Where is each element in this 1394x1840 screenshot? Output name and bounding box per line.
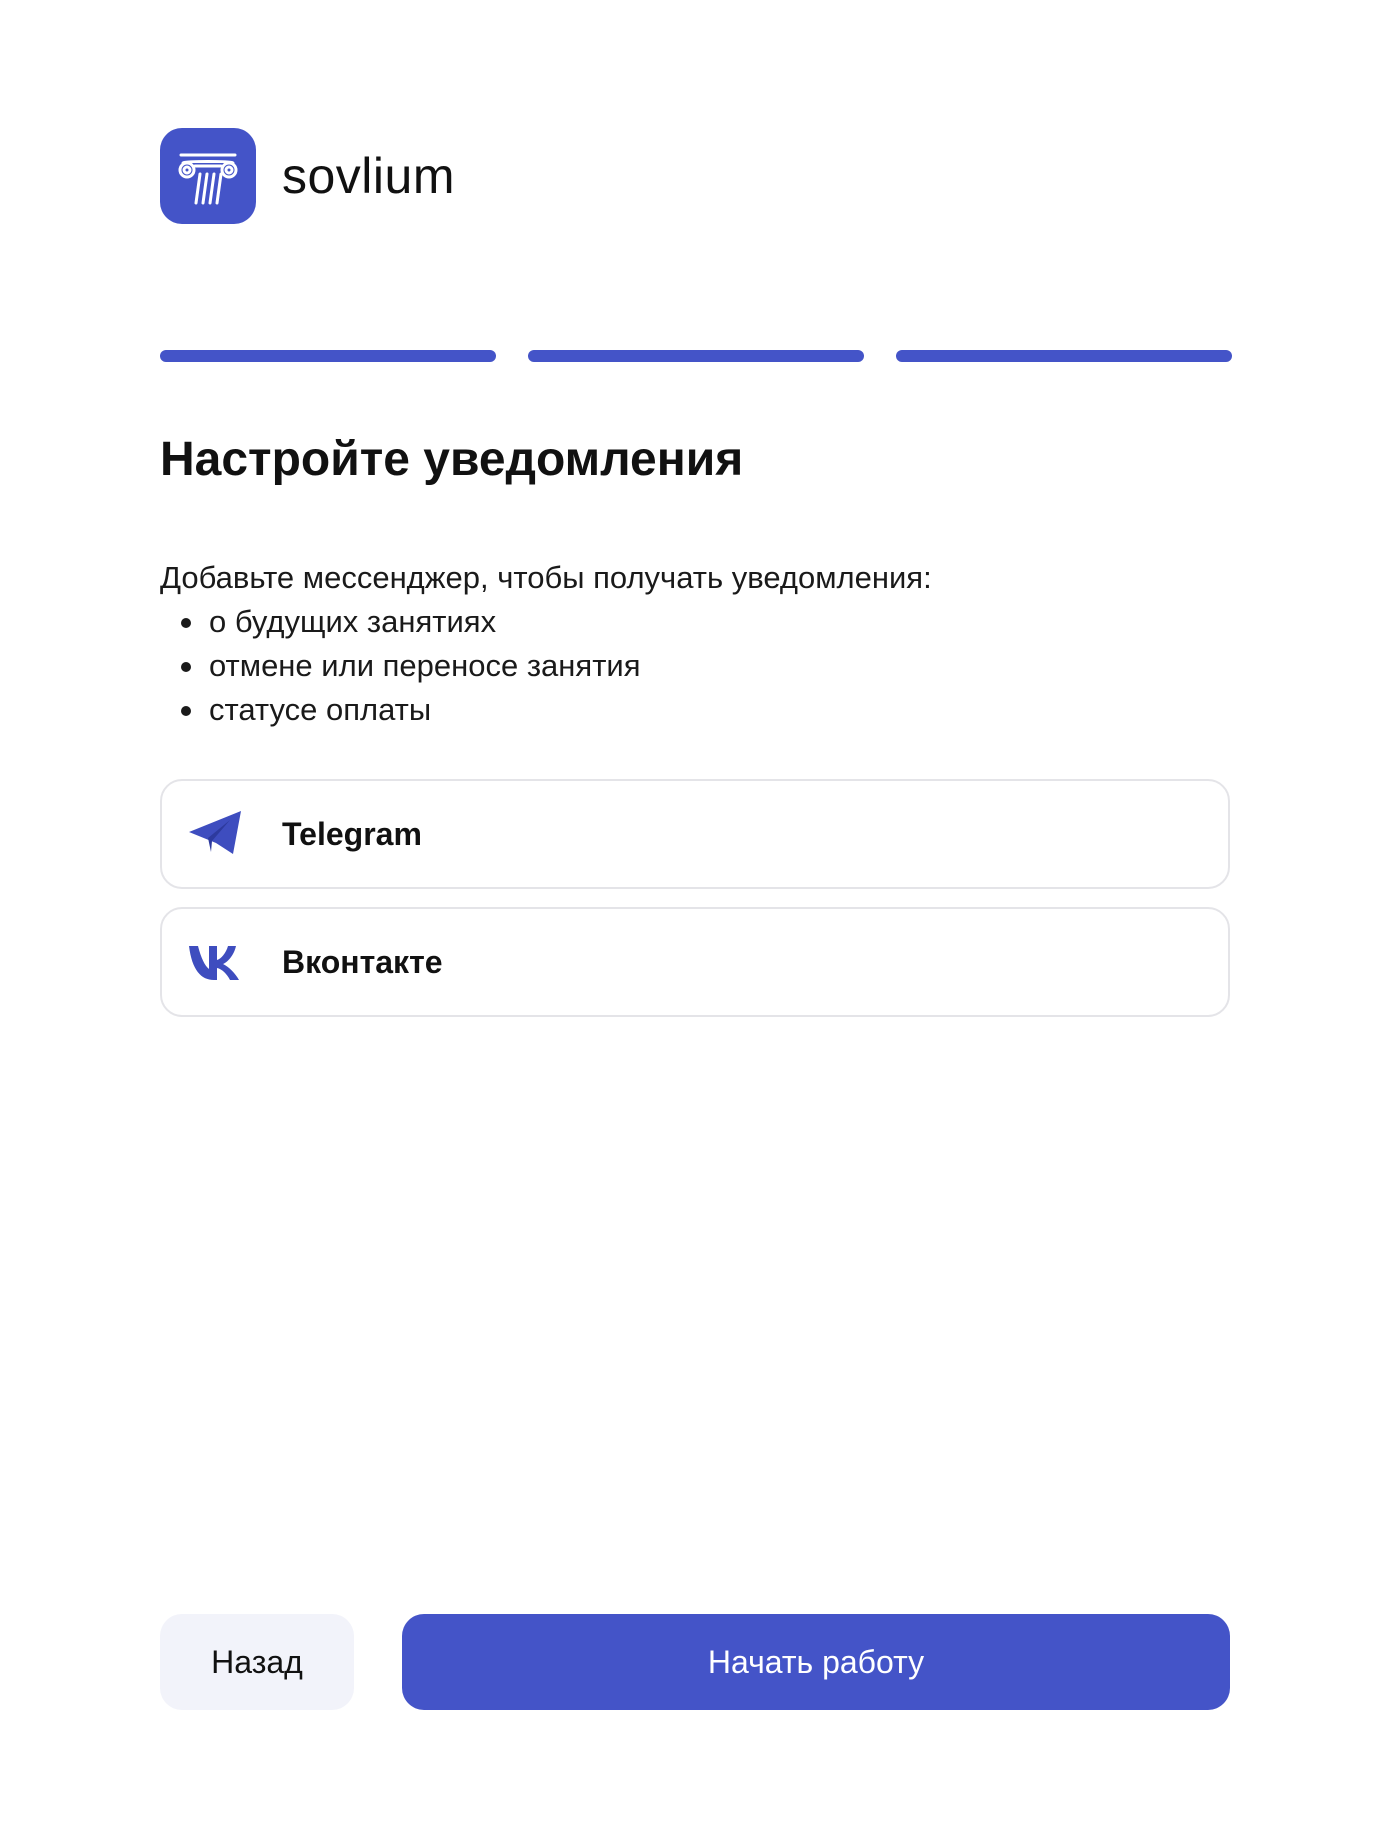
telegram-icon (184, 802, 248, 866)
bullet-dot (181, 706, 191, 716)
intro-text: Добавьте мессенджер, чтобы получать увед… (160, 560, 932, 595)
progress-step-3 (896, 350, 1232, 362)
bullet-dot (181, 662, 191, 672)
telegram-label: Telegram (282, 815, 422, 852)
list-item: отмене или переносе занятия (160, 644, 641, 688)
vk-icon (184, 930, 248, 994)
vk-option[interactable]: Вконтакте (160, 907, 1230, 1017)
column-icon (160, 128, 256, 224)
page-title: Настройте уведомления (160, 433, 744, 486)
bullet-dot (181, 618, 191, 628)
brand-name: sovlium (282, 148, 455, 204)
vk-label: Вконтакте (282, 943, 443, 980)
start-button[interactable]: Начать работу (402, 1614, 1230, 1710)
telegram-option[interactable]: Telegram (160, 779, 1230, 889)
step-progress (160, 350, 1232, 362)
progress-step-1 (160, 350, 496, 362)
list-item-text: о будущих занятиях (209, 604, 497, 639)
back-button[interactable]: Назад (160, 1614, 354, 1710)
list-item: о будущих занятиях (160, 600, 641, 644)
list-item: статусе оплаты (160, 688, 641, 732)
progress-step-2 (528, 350, 864, 362)
list-item-text: статусе оплаты (209, 692, 432, 727)
app-header: sovlium (160, 128, 455, 224)
benefit-list: о будущих занятиях отмене или переносе з… (160, 600, 641, 732)
list-item-text: отмене или переносе занятия (209, 648, 641, 683)
